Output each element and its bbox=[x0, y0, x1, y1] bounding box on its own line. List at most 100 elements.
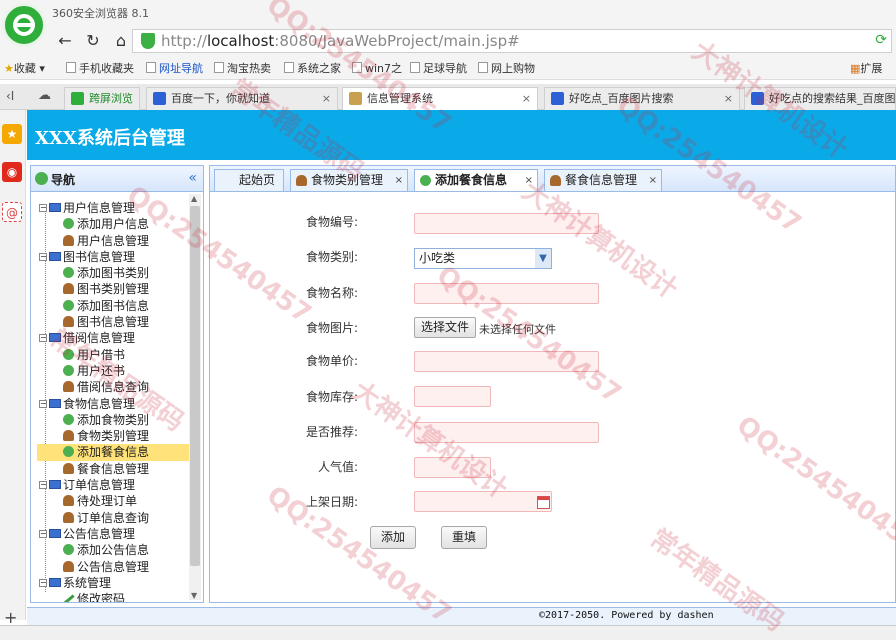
address-bar[interactable]: http://localhost:8080/JavaWebProject/mai… bbox=[132, 29, 892, 53]
tree-item[interactable]: 用户还书 bbox=[37, 363, 189, 379]
page-icon bbox=[284, 62, 294, 73]
user-icon bbox=[63, 381, 74, 393]
tree-item[interactable]: 添加图书类别 bbox=[37, 265, 189, 281]
browser-titlebar: 360安全浏览器 8.1 bbox=[0, 0, 896, 26]
add-icon bbox=[63, 544, 74, 556]
browser-tab[interactable]: 好吃点_百度图片搜索 × bbox=[544, 87, 740, 110]
weibo-icon[interactable]: ◉ bbox=[2, 162, 22, 182]
collapse-toggle-icon: − bbox=[39, 333, 47, 343]
scroll-up-icon: ▲ bbox=[191, 194, 198, 203]
page-icon bbox=[146, 62, 156, 73]
tree-item[interactable]: 图书信息管理 bbox=[37, 314, 189, 330]
tree-item[interactable]: 用户借书 bbox=[37, 347, 189, 363]
tree-item[interactable]: 借阅信息查询 bbox=[37, 379, 189, 395]
food-name-input[interactable] bbox=[414, 283, 599, 304]
tree-item[interactable]: 用户信息管理 bbox=[37, 233, 189, 249]
tree-group-notice[interactable]: − 公告信息管理 bbox=[37, 526, 189, 542]
window-title: 360安全浏览器 8.1 bbox=[52, 7, 149, 20]
nav-tree: − 用户信息管理 添加用户信息 用户信息管理 − 图书信息管理 添加图书类别 图书类… bbox=[37, 200, 189, 602]
tree-group-order[interactable]: − 订单信息管理 bbox=[37, 477, 189, 493]
tree-item[interactable]: 公告信息管理 bbox=[37, 559, 189, 575]
user-icon bbox=[63, 234, 74, 246]
tab-scroll-left-icon[interactable]: ‹I bbox=[6, 89, 14, 103]
browser-tab[interactable]: 百度一下，你就知道 × bbox=[146, 87, 338, 110]
security-shield-icon bbox=[141, 33, 155, 49]
user-icon bbox=[63, 283, 74, 295]
tree-item[interactable]: 添加图书信息 bbox=[37, 298, 189, 314]
bookmark-favorites[interactable]: ★收藏 ▾ bbox=[4, 60, 45, 76]
bookmark-item[interactable]: 足球导航 bbox=[410, 60, 467, 76]
tree-group-borrow[interactable]: − 借阅信息管理 bbox=[37, 330, 189, 346]
tree-item[interactable]: 待处理订单 bbox=[37, 493, 189, 509]
bookmark-item[interactable]: 手机收藏夹 bbox=[66, 60, 134, 76]
user-icon bbox=[63, 511, 74, 523]
add-button[interactable]: 添加 bbox=[370, 526, 416, 549]
bookmark-item[interactable]: win7之 bbox=[352, 60, 402, 76]
page-icon bbox=[410, 62, 420, 73]
tree-item[interactable]: 餐食信息管理 bbox=[37, 461, 189, 477]
browser-tab[interactable]: 好吃点的搜索结果_百度图片 bbox=[744, 87, 896, 110]
computer-icon bbox=[49, 251, 61, 261]
tree-item[interactable]: 添加用户信息 bbox=[37, 216, 189, 232]
browser-tab-active[interactable]: 信息管理系统 × bbox=[342, 87, 538, 110]
tree-item-selected[interactable]: 添加餐食信息 bbox=[37, 444, 189, 461]
tree-item[interactable]: 食物类别管理 bbox=[37, 428, 189, 444]
scroll-thumb[interactable] bbox=[190, 206, 200, 566]
collapse-toggle-icon: − bbox=[39, 398, 47, 408]
add-icon bbox=[420, 175, 431, 186]
tree-item[interactable]: 添加食物类别 bbox=[37, 412, 189, 428]
tab-add-meal[interactable]: 添加餐食信息 × bbox=[414, 169, 538, 192]
collapse-icon[interactable]: « bbox=[188, 170, 197, 186]
choose-file-button[interactable]: 选择文件 bbox=[414, 317, 477, 338]
bookmark-item[interactable]: 网址导航 bbox=[146, 60, 203, 76]
nav-panel-header: 导航 « bbox=[31, 166, 203, 192]
mail-icon[interactable]: @ bbox=[2, 202, 22, 222]
tab-home[interactable]: 起始页 bbox=[214, 169, 284, 192]
tree-group-user[interactable]: − 用户信息管理 bbox=[37, 200, 189, 216]
refresh-icon[interactable]: ↻ bbox=[82, 30, 104, 52]
stock-label: 食物库存: bbox=[305, 390, 358, 404]
tree-group-book[interactable]: − 图书信息管理 bbox=[37, 249, 189, 265]
recommend-input[interactable] bbox=[414, 422, 599, 443]
tree-item[interactable]: 图书类别管理 bbox=[37, 281, 189, 297]
calendar-icon[interactable] bbox=[537, 496, 550, 509]
pencil-icon bbox=[63, 594, 75, 602]
bookmark-item[interactable]: 淘宝热卖 bbox=[214, 60, 271, 76]
stock-input[interactable] bbox=[414, 386, 491, 407]
category-label: 食物类别: bbox=[305, 250, 358, 264]
nav-scrollbar[interactable]: ▲ ▼ bbox=[189, 194, 201, 600]
tree-group-system[interactable]: − 系统管理 bbox=[37, 575, 189, 591]
close-icon: × bbox=[648, 175, 657, 186]
bookmark-item[interactable]: 系统之家 bbox=[284, 60, 341, 76]
bookmark-item[interactable]: 网上购物 bbox=[478, 60, 535, 76]
home-icon[interactable]: ⌂ bbox=[110, 30, 132, 52]
scroll-down-icon: ▼ bbox=[191, 591, 198, 600]
date-input[interactable] bbox=[414, 491, 552, 512]
user-icon bbox=[63, 430, 74, 442]
price-input[interactable] bbox=[414, 351, 599, 372]
bookmark-extend[interactable]: ▦扩展 bbox=[850, 60, 882, 76]
app-header: XXX系统后台管理 bbox=[27, 110, 896, 160]
refresh-small-icon[interactable]: ⟳ bbox=[875, 32, 887, 48]
user-icon bbox=[63, 316, 74, 328]
browser-navbar: ← ↻ ⌂ http://localhost:8080/JavaWebProje… bbox=[0, 26, 896, 56]
browser-logo-icon[interactable] bbox=[2, 3, 46, 47]
cloud-icon[interactable]: ☁ bbox=[38, 88, 51, 103]
grid-icon: ▦ bbox=[850, 62, 861, 75]
reset-button[interactable]: 重填 bbox=[441, 526, 487, 549]
food-id-input[interactable] bbox=[414, 213, 599, 234]
tree-item[interactable]: 添加公告信息 bbox=[37, 542, 189, 558]
tree-item[interactable]: 修改密码 bbox=[37, 591, 189, 602]
tab-meal-manage[interactable]: 餐食信息管理 × bbox=[544, 169, 662, 192]
tab-food-category[interactable]: 食物类别管理 × bbox=[290, 169, 408, 192]
category-select[interactable]: 小吃类 ▼ bbox=[414, 248, 552, 269]
back-arrow-icon[interactable]: ← bbox=[54, 30, 76, 52]
footer-text: ©2017-2050. Powered by dashen bbox=[539, 610, 714, 621]
baidu-paw-icon bbox=[153, 92, 166, 105]
tree-item[interactable]: 订单信息查询 bbox=[37, 510, 189, 526]
favorites-star-icon[interactable]: ★ bbox=[2, 124, 22, 144]
tree-group-food[interactable]: − 食物信息管理 bbox=[37, 396, 189, 412]
date-label: 上架日期: bbox=[305, 495, 358, 509]
browser-tab[interactable]: 跨屏浏览 bbox=[64, 87, 140, 110]
popularity-input[interactable] bbox=[414, 457, 491, 478]
